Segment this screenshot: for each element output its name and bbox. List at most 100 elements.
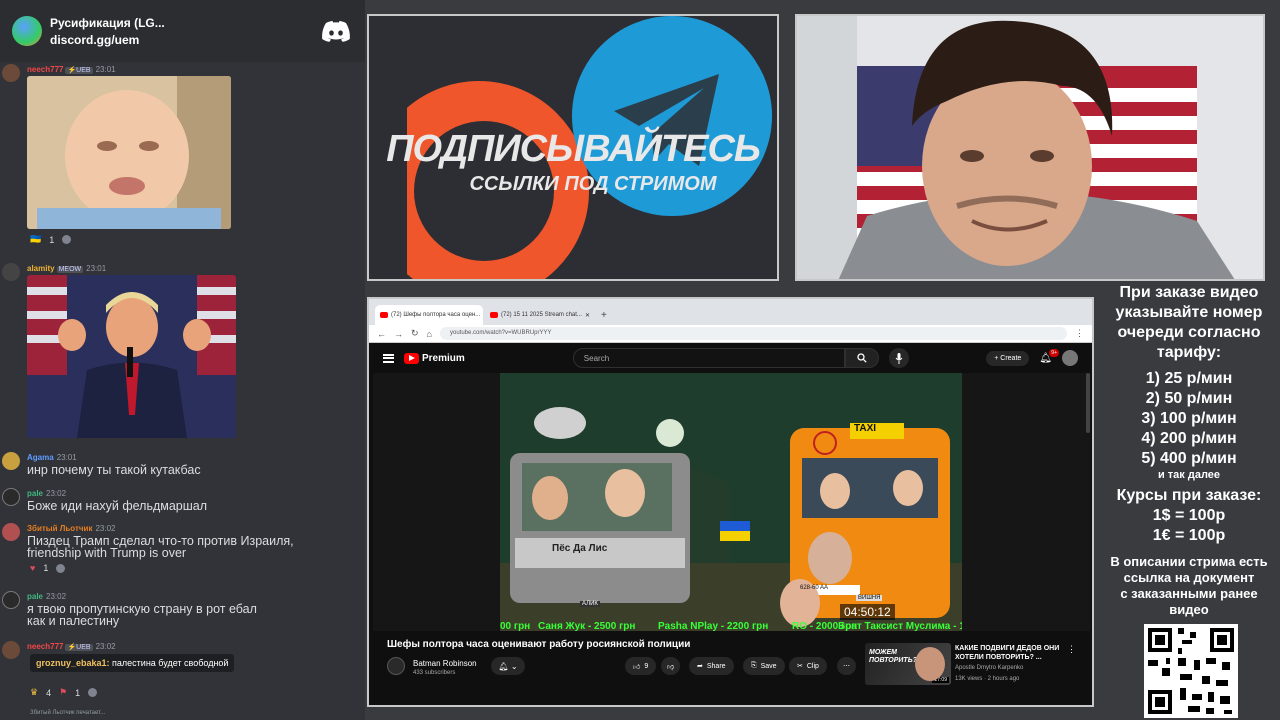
donation-ticker-item: Саня Жук - 2500 грн [538, 621, 636, 631]
username[interactable]: neech777 [27, 65, 63, 74]
username[interactable]: pale [27, 592, 43, 601]
embedded-reply[interactable]: groznuy_ebaka1: палестина будет свободно… [30, 654, 235, 672]
note-line: с заказанными ранее [1120, 586, 1258, 601]
browser-tab[interactable]: (72) Шефы полтора часа оцен... ✕ [375, 305, 483, 325]
video-frame[interactable]: Пёс Да Лис TAXI 628-60 AA АЛИК ВИШНЯ 04:… [500, 373, 962, 631]
back-icon[interactable]: ← [377, 329, 386, 339]
username[interactable]: Agama [27, 453, 54, 462]
create-button[interactable]: + Create [986, 350, 1030, 366]
server-icon[interactable] [12, 16, 42, 46]
related-video-title[interactable]: КАКИЕ ПОДВИГИ ДЕДОВ ОНИ ХОТЕЛИ ПОВТОРИТЬ… [955, 644, 1065, 662]
address-bar: ← → ↻ ⌂ youtube.com/watch?v=WUBRUprYYY ⋮ [369, 325, 1092, 343]
message-meta: Збитый Льотчик 23:02 [27, 524, 116, 533]
banner-title: ПОДПИСЫВАЙТЕСЬ [386, 128, 761, 170]
url-input[interactable]: youtube.com/watch?v=WUBRUprYYY [439, 327, 1067, 340]
channel-name[interactable]: Batman Robinson [413, 659, 477, 668]
price-tier: 1) 25 р/мин [1145, 370, 1233, 387]
server-name: Русификация (LG... [50, 15, 165, 30]
youtube-header: Premium Search + Create 🔔︎ 9+ [369, 343, 1092, 373]
bell-icon: 🔔︎ ⌄ [498, 661, 518, 671]
license-plate: 628-60 AA [800, 585, 829, 591]
reaction-count: 1 [75, 687, 81, 698]
search-button[interactable] [844, 348, 879, 368]
timestamp: 23:02 [46, 489, 67, 498]
message-text-line2: как и палестину [27, 614, 120, 628]
related-video-author[interactable]: Apostle Dmytro Karpenko [955, 665, 1023, 671]
share-button[interactable]: ➦ Share [689, 657, 734, 675]
related-video-menu-icon[interactable]: ⋮ [1067, 644, 1076, 655]
attached-image-politician[interactable] [27, 275, 236, 438]
price-tier: 5) 400 р/мин [1141, 450, 1237, 467]
share-icon: ➦ [697, 663, 703, 670]
subscription-bell-button[interactable]: 🔔︎ ⌄ [491, 657, 525, 675]
thumbnail-face [915, 647, 945, 681]
voice-search-button[interactable] [888, 348, 909, 368]
clip-button[interactable]: ✂ Clip [789, 657, 827, 675]
notifications-button[interactable]: 🔔︎ 9+ [1039, 348, 1059, 364]
save-button[interactable]: ⎘ Save [743, 657, 785, 675]
message-meta: pale 23:02 [27, 489, 66, 498]
video-title: Шефы полтора часа оценивают работу росия… [387, 639, 691, 650]
rate-usd: 1$ = 100р [1152, 507, 1226, 524]
server-info: Русификация (LG... discord.gg/uem [50, 16, 321, 47]
username[interactable]: Збитый Льотчик [27, 524, 92, 533]
youtube-play-icon [404, 352, 419, 364]
related-video-views: 13K views · 2 hours ago [955, 676, 1020, 682]
user-avatar[interactable] [2, 488, 20, 506]
more-actions-button[interactable]: ⋯ [837, 657, 856, 675]
timestamp: 23:01 [95, 65, 116, 74]
search-input[interactable]: Search [572, 348, 845, 368]
video-player[interactable]: Пёс Да Лис TAXI 628-60 AA АЛИК ВИШНЯ 04:… [373, 373, 1090, 631]
like-button[interactable]: 👍︎ 9 [625, 657, 657, 675]
message-text: Боже иди нахуй фельдмаршал [27, 499, 208, 513]
account-avatar[interactable] [1062, 350, 1078, 366]
add-reaction-icon[interactable] [62, 235, 72, 244]
user-avatar[interactable] [2, 591, 20, 609]
timestamp: 23:02 [95, 642, 116, 651]
forward-icon[interactable]: → [394, 329, 403, 339]
flag-reaction-icon[interactable]: ⚑ [59, 687, 67, 698]
crown-reaction-icon[interactable]: ♛ [30, 687, 38, 698]
menu-icon[interactable] [383, 353, 394, 363]
user-avatar[interactable] [2, 263, 20, 281]
extensions-icon[interactable]: ⋮ [1075, 328, 1084, 339]
reply-text: палестина будет свободной [112, 658, 229, 668]
home-icon[interactable]: ⌂ [427, 329, 432, 339]
price-header-line: При заказе видео [1119, 284, 1259, 301]
youtube-logo[interactable]: Premium [404, 352, 465, 364]
message-reactions: 🇺🇦 1 [30, 234, 72, 245]
more-icon: ⋯ [843, 663, 850, 670]
username[interactable]: alamity [27, 264, 55, 273]
like-count: 9 [644, 662, 649, 670]
heart-reaction-icon[interactable]: ♥ [30, 563, 35, 573]
channel-subscribers: 433 subscribers [413, 670, 456, 676]
user-avatar[interactable] [2, 523, 20, 541]
bookmark-icon: ⎘ [751, 662, 757, 669]
donation-ticker-item: Брат Таксист Муслима - 1 [838, 621, 962, 631]
page-scrollbar[interactable] [1086, 373, 1090, 433]
message-meta: alamity MEOW 23:01 [27, 264, 106, 273]
reaction-emoji-icon[interactable]: 🇺🇦 [30, 234, 41, 245]
microphone-icon [895, 352, 903, 364]
browser-tab[interactable]: (72) 15 11 2025 Stream chat... ✕ [485, 305, 593, 325]
username[interactable]: pale [27, 489, 43, 498]
user-avatar[interactable] [2, 64, 20, 82]
channel-avatar[interactable] [387, 657, 405, 675]
add-reaction-icon[interactable] [88, 688, 98, 697]
qr-code-icon[interactable] [1144, 624, 1238, 718]
chat-header: Русификация (LG... discord.gg/uem [0, 0, 365, 62]
new-tab-icon[interactable]: + [595, 310, 613, 325]
message-reactions: ♥ 1 [30, 563, 66, 573]
tab-close-icon[interactable]: ✕ [585, 312, 590, 319]
timestamp: 23:02 [95, 524, 116, 533]
add-reaction-icon[interactable] [56, 563, 66, 573]
courses-title: Курсы при заказе: [1116, 487, 1262, 504]
reload-icon[interactable]: ↻ [411, 328, 419, 339]
related-video-thumbnail[interactable]: МОЖЕМ ПОВТОРИТЬ? 27:09 [865, 643, 951, 685]
dislike-button[interactable]: 👎︎ [661, 657, 681, 675]
user-avatar[interactable] [2, 452, 20, 470]
username[interactable]: neech777 [27, 642, 63, 651]
server-invite-link[interactable]: discord.gg/uem [50, 33, 321, 47]
attached-image-crying-baby[interactable] [27, 76, 231, 229]
user-avatar[interactable] [2, 641, 20, 659]
